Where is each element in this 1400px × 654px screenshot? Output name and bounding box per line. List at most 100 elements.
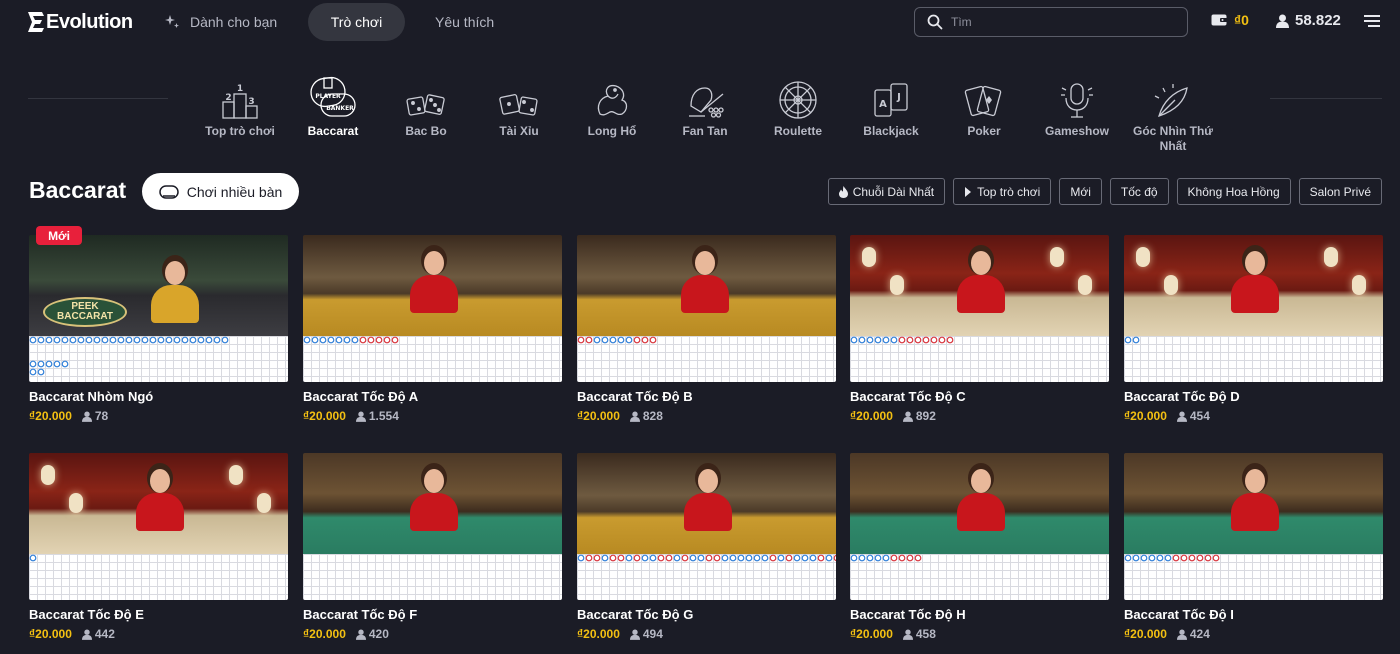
- banker-result-mark: [585, 554, 593, 562]
- filter-no-commission[interactable]: Không Hoa Hồng: [1176, 178, 1291, 205]
- lantern-decoration: [1050, 247, 1064, 267]
- category-bac-bo[interactable]: Bac Bo: [381, 70, 471, 139]
- banker-result-mark: [633, 554, 641, 562]
- filter-salon-prive[interactable]: Salon Privé: [1298, 178, 1382, 205]
- category-first-person[interactable]: Góc Nhìn Thứ Nhất: [1125, 70, 1221, 154]
- lantern-decoration: [41, 465, 55, 485]
- nav-games[interactable]: Trò chơi: [308, 3, 405, 41]
- game-thumbnail[interactable]: [1124, 235, 1383, 336]
- category-label: Gameshow: [1044, 124, 1110, 138]
- game-thumbnail[interactable]: [577, 453, 836, 554]
- dealer-figure: [132, 465, 186, 531]
- banker-result-mark: [833, 554, 836, 562]
- player-count: 424: [1176, 627, 1210, 641]
- game-thumbnail[interactable]: [1124, 453, 1383, 554]
- dealer-figure: [953, 247, 1007, 313]
- lantern-decoration: [69, 493, 83, 513]
- game-title[interactable]: Baccarat Tốc Độ C: [850, 389, 1109, 406]
- game-card[interactable]: Baccarat Tốc Độ E ₫20.000 442: [29, 453, 288, 641]
- player-count: 442: [81, 627, 115, 641]
- user-icon: [355, 411, 366, 422]
- filter-new[interactable]: Mới: [1059, 178, 1102, 205]
- evolution-logo[interactable]: Evolution: [28, 9, 133, 35]
- game-title[interactable]: Baccarat Tốc Độ D: [1124, 389, 1383, 406]
- nav-games-label: Trò chơi: [330, 14, 383, 30]
- player-result-mark: [125, 336, 133, 344]
- game-thumbnail[interactable]: [577, 235, 836, 336]
- lantern-decoration: [1324, 247, 1338, 267]
- filter-top-games[interactable]: Top trò chơi: [953, 178, 1052, 205]
- banker-result-mark: [641, 336, 649, 344]
- nav-favorites[interactable]: Yêu thích: [435, 3, 494, 41]
- filter-longest-streak[interactable]: Chuỗi Dài Nhất: [827, 178, 946, 205]
- banker-result-mark: [391, 336, 399, 344]
- game-title[interactable]: Baccarat Tốc Độ G: [577, 607, 836, 624]
- game-meta: ₫20.000 892: [850, 409, 1109, 423]
- multi-play-button[interactable]: Chơi nhiều bàn: [142, 173, 299, 210]
- category-roulette[interactable]: Roulette: [753, 70, 843, 139]
- game-thumbnail[interactable]: [29, 453, 288, 554]
- category-label: Long Hổ: [587, 124, 637, 138]
- player-result-mark: [205, 336, 213, 344]
- category-dragon-tiger[interactable]: Long Hổ: [567, 70, 657, 139]
- game-card[interactable]: Baccarat Tốc Độ D ₫20.000 454: [1124, 235, 1383, 423]
- banker-result-mark: [367, 336, 375, 344]
- game-thumbnail[interactable]: [850, 453, 1109, 554]
- category-fan-tan[interactable]: Fan Tan: [660, 70, 750, 139]
- game-card[interactable]: Baccarat Tốc Độ A ₫20.000 1.554: [303, 235, 562, 423]
- category-top-games[interactable]: 1 2 3 Top trò chơi: [195, 70, 285, 139]
- category-gameshow[interactable]: Gameshow: [1032, 70, 1122, 139]
- game-title[interactable]: Baccarat Tốc Độ A: [303, 389, 562, 406]
- filter-label: Tốc độ: [1120, 184, 1158, 199]
- game-thumbnail[interactable]: [850, 235, 1109, 336]
- game-card[interactable]: Baccarat Tốc Độ B ₫20.000 828: [577, 235, 836, 423]
- game-card[interactable]: Baccarat Tốc Độ C ₫20.000 892: [850, 235, 1109, 423]
- game-title[interactable]: Baccarat Tốc Độ E: [29, 607, 288, 624]
- game-title[interactable]: Baccarat Tốc Độ H: [850, 607, 1109, 624]
- player-result-mark: [593, 336, 601, 344]
- category-baccarat[interactable]: PLAYER BANKER Baccarat: [288, 70, 378, 139]
- game-card[interactable]: Baccarat Tốc Độ H ₫20.000 458: [850, 453, 1109, 641]
- game-card[interactable]: Baccarat Tốc Độ G ₫20.000 494: [577, 453, 836, 641]
- game-thumbnail[interactable]: [303, 453, 562, 554]
- search-input[interactable]: [951, 15, 1171, 29]
- user-icon: [81, 629, 92, 640]
- nav-favorites-label: Yêu thích: [435, 14, 495, 30]
- filter-label: Salon Privé: [1309, 184, 1371, 199]
- game-thumbnail[interactable]: [303, 235, 562, 336]
- player-result-mark: [37, 368, 45, 376]
- player-result-mark: [221, 336, 229, 344]
- game-title[interactable]: Baccarat Nhòm Ngó: [29, 389, 288, 406]
- category-tai-xiu[interactable]: Tài Xỉu: [474, 70, 564, 139]
- wallet-balance[interactable]: ₫0: [1211, 12, 1249, 28]
- game-thumbnail[interactable]: PEEK BACCARAT: [29, 235, 288, 336]
- filter-label: Không Hoa Hồng: [1187, 184, 1280, 199]
- category-label: Poker: [967, 124, 1001, 138]
- category-poker[interactable]: Poker: [939, 70, 1029, 139]
- game-card[interactable]: Baccarat Tốc Độ I ₫20.000 424: [1124, 453, 1383, 641]
- player-result-mark: [351, 336, 359, 344]
- game-title[interactable]: Baccarat Tốc Độ B: [577, 389, 836, 406]
- banker-result-mark: [649, 336, 657, 344]
- game-card[interactable]: Baccarat Tốc Độ F ₫20.000 420: [303, 453, 562, 641]
- game-title[interactable]: Baccarat Tốc Độ F: [303, 607, 562, 624]
- banker-result-mark: [609, 554, 617, 562]
- player-result-mark: [874, 336, 882, 344]
- player-count-value: 458: [915, 627, 936, 641]
- player-result-mark: [825, 554, 833, 562]
- banker-result-mark: [906, 554, 914, 562]
- search-box[interactable]: [914, 7, 1188, 37]
- category-blackjack[interactable]: A J Blackjack: [846, 70, 936, 139]
- game-card[interactable]: PEEK BACCARAT Baccarat Nhòm Ngó ₫20.000 78: [29, 235, 288, 423]
- game-meta: ₫20.000 1.554: [303, 409, 562, 423]
- nav-for-you-label: Dành cho bạn: [190, 14, 278, 30]
- category-label: Fan Tan: [682, 124, 728, 138]
- nav-for-you[interactable]: Dành cho bạn: [164, 3, 277, 41]
- banker-result-mark: [906, 336, 914, 344]
- filter-speed[interactable]: Tốc độ: [1109, 178, 1169, 205]
- menu-icon[interactable]: [1364, 14, 1380, 28]
- player-count-value: 424: [1189, 627, 1210, 641]
- player-count-value: 828: [642, 409, 663, 423]
- banker-result-mark: [898, 554, 906, 562]
- game-title[interactable]: Baccarat Tốc Độ I: [1124, 607, 1383, 624]
